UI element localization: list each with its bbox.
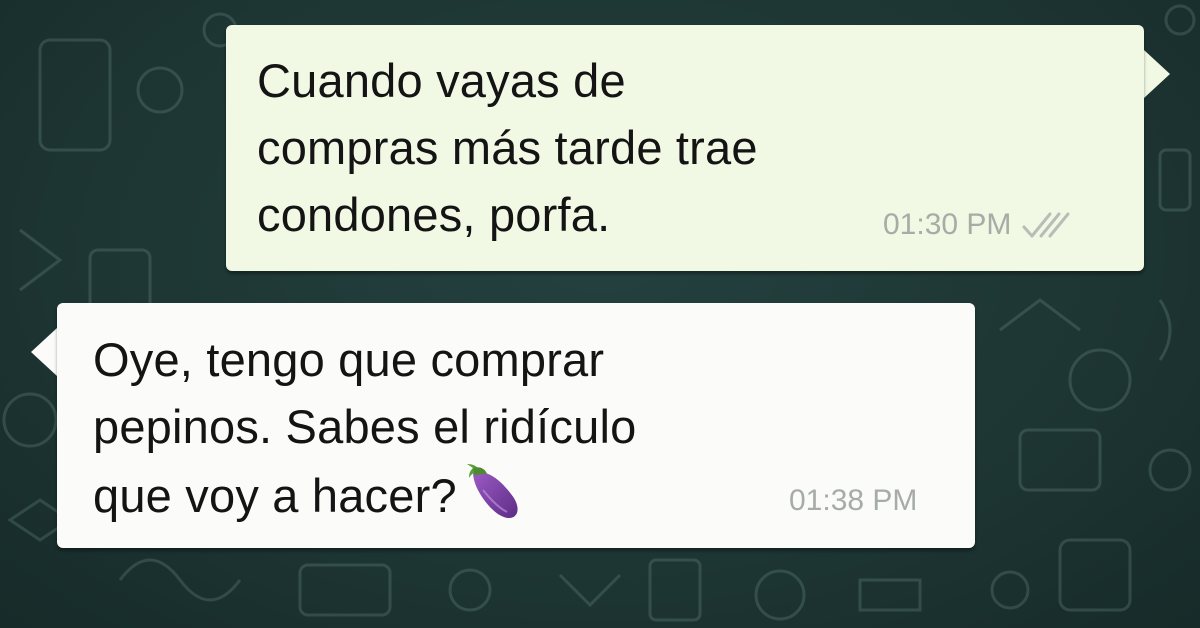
outgoing-bubble-tail: [1144, 50, 1170, 98]
message-meta: 01:38 PM: [789, 484, 917, 518]
message-timestamp: 01:30 PM: [883, 208, 1012, 241]
incoming-bubble-tail: [31, 328, 57, 376]
message-text: Oye, tengo que comprar pepinos. Sabes el…: [93, 326, 636, 529]
message-meta: 01:30 PM: [883, 208, 1073, 242]
double-check-icon: [1022, 212, 1070, 238]
incoming-message-bubble[interactable]: Oye, tengo que comprar pepinos. Sabes el…: [57, 303, 975, 548]
outgoing-message-bubble[interactable]: Cuando vayas de compras más tarde trae c…: [226, 25, 1144, 271]
message-text: Cuando vayas de compras más tarde trae c…: [257, 54, 758, 241]
message-timestamp: 01:38 PM: [789, 484, 918, 517]
eggplant-emoji-icon: [466, 464, 518, 518]
message-text-content: Oye, tengo que comprar pepinos. Sabes el…: [93, 333, 637, 522]
